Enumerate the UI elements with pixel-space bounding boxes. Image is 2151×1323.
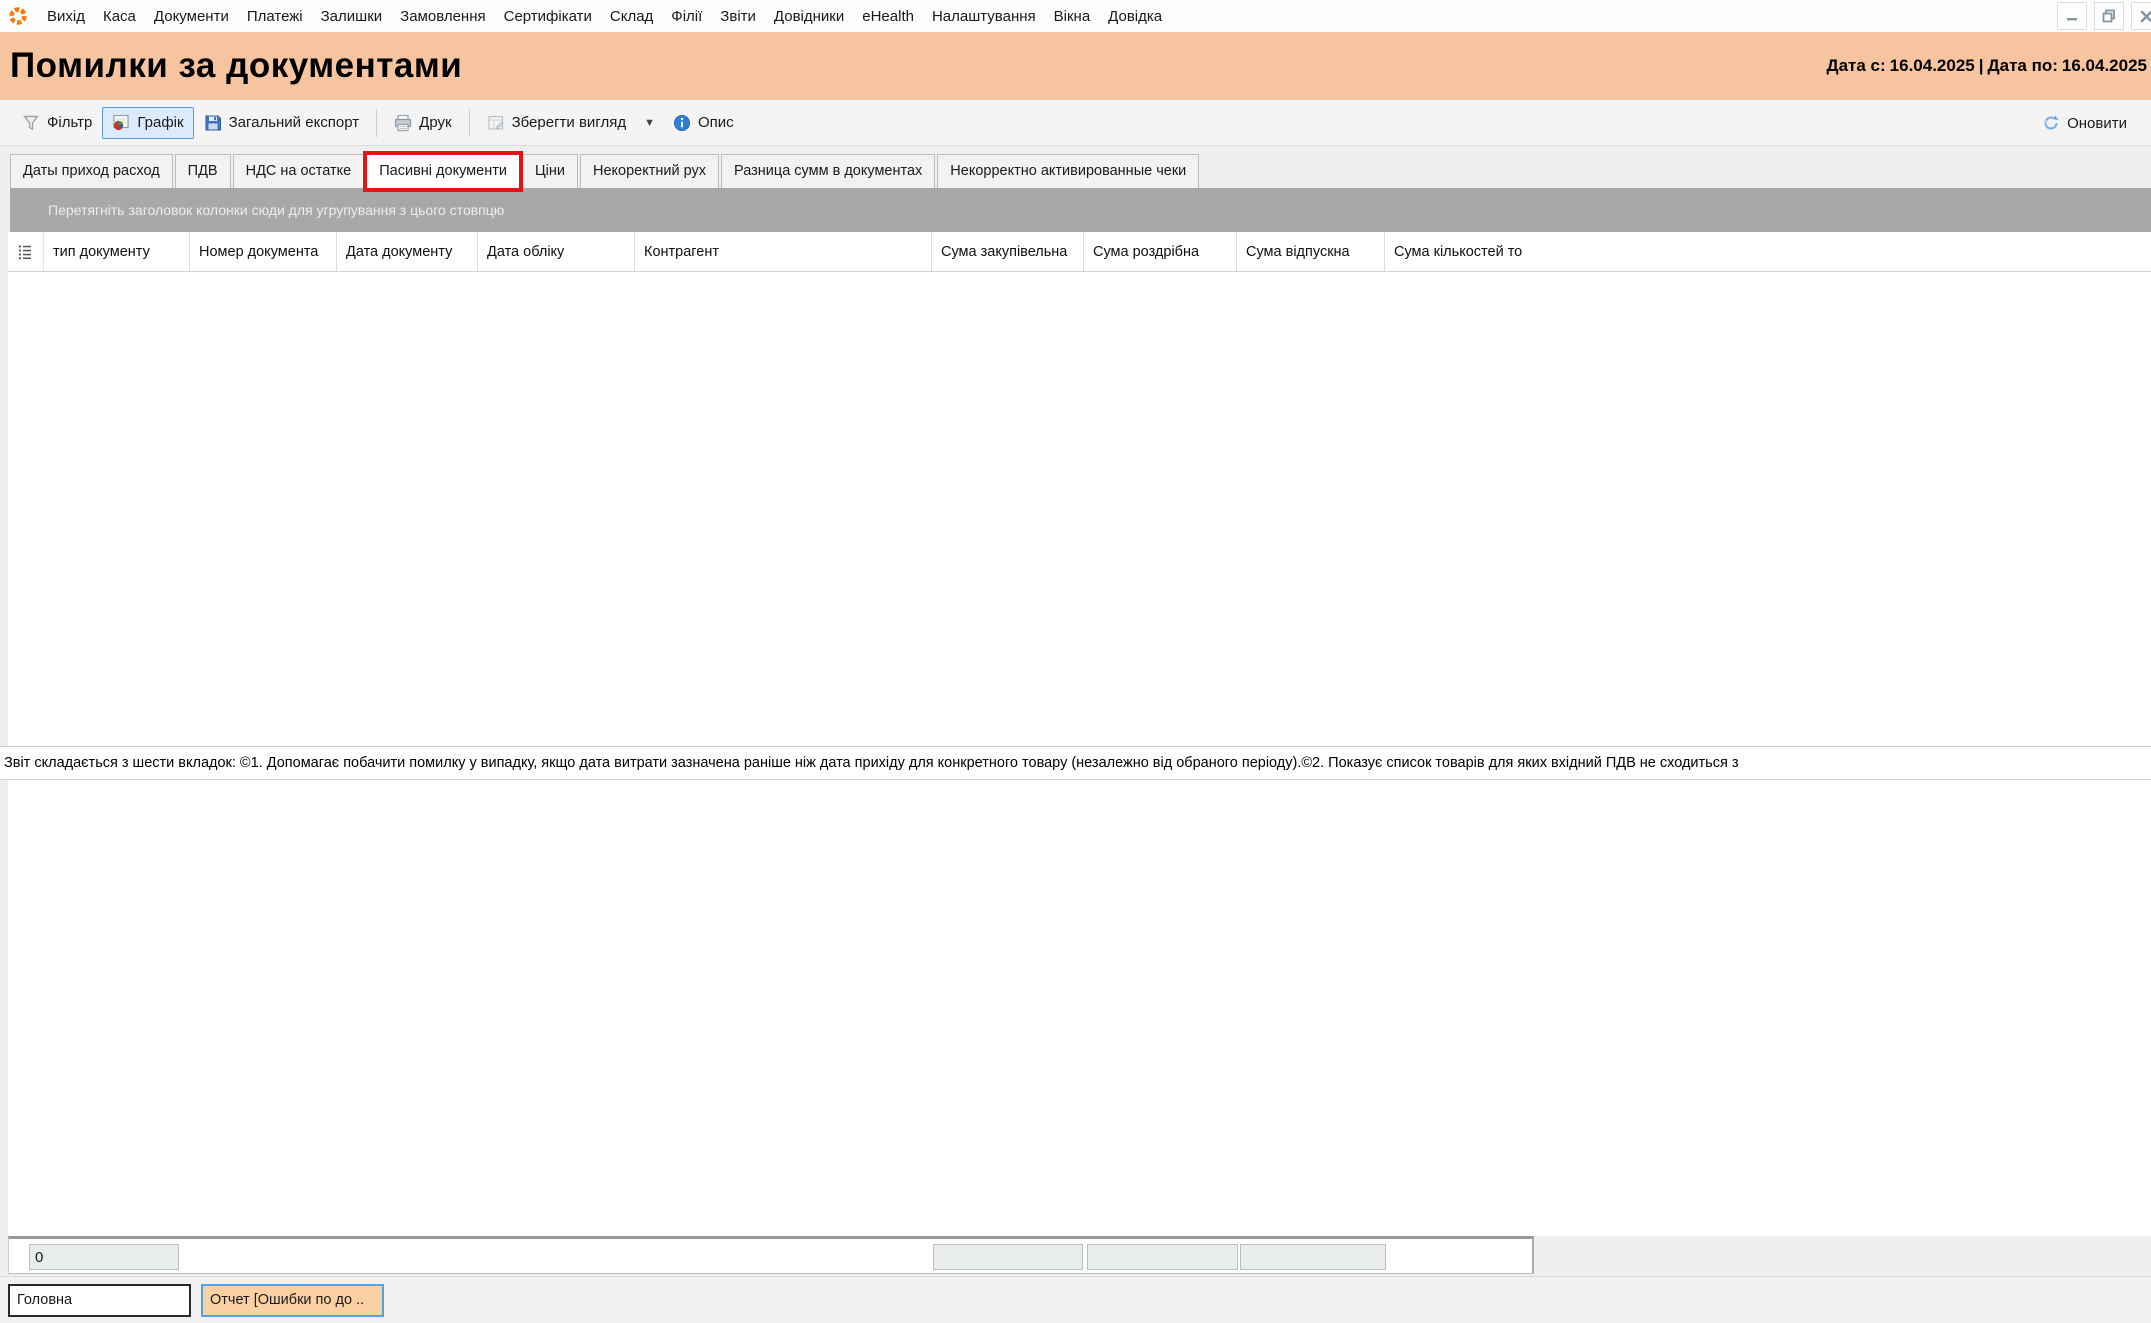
- report-tab[interactable]: Некорректно активированные чеки: [937, 154, 1199, 188]
- menu-items: ВихідКасаДокументиПлатежіЗалишкиЗамовлен…: [38, 4, 1171, 29]
- menu-item[interactable]: Довідники: [765, 4, 853, 29]
- menu-item[interactable]: Склад: [601, 4, 662, 29]
- column-header[interactable]: Дата документу: [337, 232, 478, 271]
- date-separator: |: [1977, 56, 1986, 75]
- menu-item[interactable]: Платежі: [238, 4, 312, 29]
- report-description-bar: Звіт складається з шести вкладок: ©1. До…: [0, 746, 2151, 780]
- menu-item[interactable]: Довідка: [1099, 4, 1171, 29]
- save-view-dropdown-caret[interactable]: ▼: [636, 117, 663, 129]
- date-to-value: 16.04.2025: [2060, 56, 2149, 75]
- save-view-label: Зберегти вигляд: [512, 114, 627, 131]
- column-header[interactable]: Дата обліку: [478, 232, 635, 271]
- restore-button[interactable]: [2094, 2, 2124, 30]
- column-header[interactable]: Сума закупівельна: [932, 232, 1084, 271]
- column-header[interactable]: Сума відпускна: [1237, 232, 1385, 271]
- print-icon: [394, 114, 412, 132]
- report-tabs: Даты приход расходПДВНДС на остаткеПасив…: [0, 146, 2151, 188]
- window-controls: [2057, 2, 2151, 30]
- menu-item[interactable]: Вихід: [38, 4, 94, 29]
- page-title: Помилки за документами: [0, 46, 462, 86]
- description-button[interactable]: Опис: [663, 107, 744, 139]
- minimize-button[interactable]: [2057, 2, 2087, 30]
- report-tab[interactable]: ПДВ: [175, 154, 231, 188]
- report-tab[interactable]: Пасивні документи: [366, 154, 520, 188]
- taskbar-tab[interactable]: Головна: [8, 1284, 191, 1317]
- menu-item[interactable]: Налаштування: [923, 4, 1045, 29]
- footer-sum-retail-cell: [1087, 1244, 1238, 1270]
- menu-bar: ВихідКасаДокументиПлатежіЗалишкиЗамовлен…: [0, 0, 2151, 32]
- column-header[interactable]: тип документу: [44, 232, 190, 271]
- date-to-label: Дата по:: [1986, 56, 2060, 75]
- column-header[interactable]: Контрагент: [635, 232, 932, 271]
- chart-label: Графік: [137, 114, 183, 131]
- refresh-button[interactable]: Оновити: [2032, 107, 2137, 139]
- minimize-icon: [2066, 10, 2079, 23]
- menu-item[interactable]: eHealth: [853, 4, 923, 29]
- report-tab[interactable]: Даты приход расход: [10, 154, 173, 188]
- menu-item[interactable]: Каса: [94, 4, 145, 29]
- filter-button[interactable]: Фільтр: [12, 107, 102, 139]
- menu-item[interactable]: Замовлення: [391, 4, 494, 29]
- footer-sum-release-cell: [1240, 1244, 1386, 1270]
- restore-icon: [2102, 9, 2116, 23]
- menu-item[interactable]: Сертифікати: [495, 4, 601, 29]
- grid-body: [8, 272, 2151, 746]
- save-view-icon: [487, 114, 505, 132]
- grid-footer: 0: [8, 1236, 1534, 1274]
- chart-icon: [112, 114, 130, 132]
- filter-icon: [22, 114, 40, 132]
- refresh-icon: [2042, 114, 2060, 132]
- menu-item[interactable]: Вікна: [1045, 4, 1100, 29]
- taskbar-tab[interactable]: Отчет [Ошибки по до ..: [201, 1284, 384, 1317]
- filter-label: Фільтр: [47, 114, 92, 131]
- bottom-taskbar: Головна Отчет [Ошибки по до ..: [0, 1276, 2151, 1323]
- group-by-hint: Перетягніть заголовок колонки сюди для у…: [10, 202, 504, 218]
- menu-item[interactable]: Залишки: [312, 4, 392, 29]
- grid-column-headers: тип документуНомер документаДата докумен…: [8, 232, 2151, 272]
- group-by-bar[interactable]: Перетягніть заголовок колонки сюди для у…: [10, 188, 2151, 232]
- report-description-text: Звіт складається з шести вкладок: ©1. До…: [0, 755, 1739, 771]
- description-label: Опис: [698, 114, 734, 131]
- lower-panel: [8, 780, 2151, 1236]
- print-button[interactable]: Друк: [384, 107, 461, 139]
- chart-button[interactable]: Графік: [102, 107, 193, 139]
- menu-item[interactable]: Філії: [662, 4, 711, 29]
- column-header[interactable]: Сума кількостей то: [1385, 232, 1535, 271]
- report-tab[interactable]: НДС на остатке: [233, 154, 365, 188]
- export-button[interactable]: Загальний експорт: [194, 107, 370, 139]
- toolbar-separator: [376, 109, 377, 137]
- export-save-icon: [204, 114, 222, 132]
- toolbar-separator: [469, 109, 470, 137]
- footer-sum-purchase-cell: [933, 1244, 1083, 1270]
- menu-item[interactable]: Документи: [145, 4, 238, 29]
- info-icon: [673, 114, 691, 132]
- page-header: Помилки за документами Дата с:16.04.2025…: [0, 32, 2151, 100]
- report-tab[interactable]: Ціни: [522, 154, 578, 188]
- export-label: Загальний експорт: [229, 114, 360, 131]
- save-view-button[interactable]: Зберегти вигляд: [477, 107, 637, 139]
- close-button[interactable]: [2131, 2, 2151, 30]
- date-range: Дата с:16.04.2025|Дата по:16.04.2025: [1824, 56, 2149, 76]
- app-logo-icon: [8, 6, 28, 26]
- report-tab[interactable]: Разница сумм в документах: [721, 154, 935, 188]
- row-indicator-cell: [8, 232, 44, 271]
- column-header[interactable]: Сума роздрібна: [1084, 232, 1237, 271]
- column-header[interactable]: Номер документа: [190, 232, 337, 271]
- close-icon: [2140, 10, 2151, 23]
- print-label: Друк: [419, 114, 451, 131]
- report-tab[interactable]: Некоректний рух: [580, 154, 719, 188]
- date-from-value: 16.04.2025: [1888, 56, 1977, 75]
- date-from-label: Дата с:: [1824, 56, 1887, 75]
- menu-item[interactable]: Звіти: [711, 4, 765, 29]
- row-indicator-icon: [18, 244, 33, 260]
- toolbar: Фільтр Графік Загальний експорт Друк: [0, 100, 2151, 146]
- refresh-label: Оновити: [2067, 115, 2127, 132]
- footer-count-cell: 0: [29, 1244, 179, 1270]
